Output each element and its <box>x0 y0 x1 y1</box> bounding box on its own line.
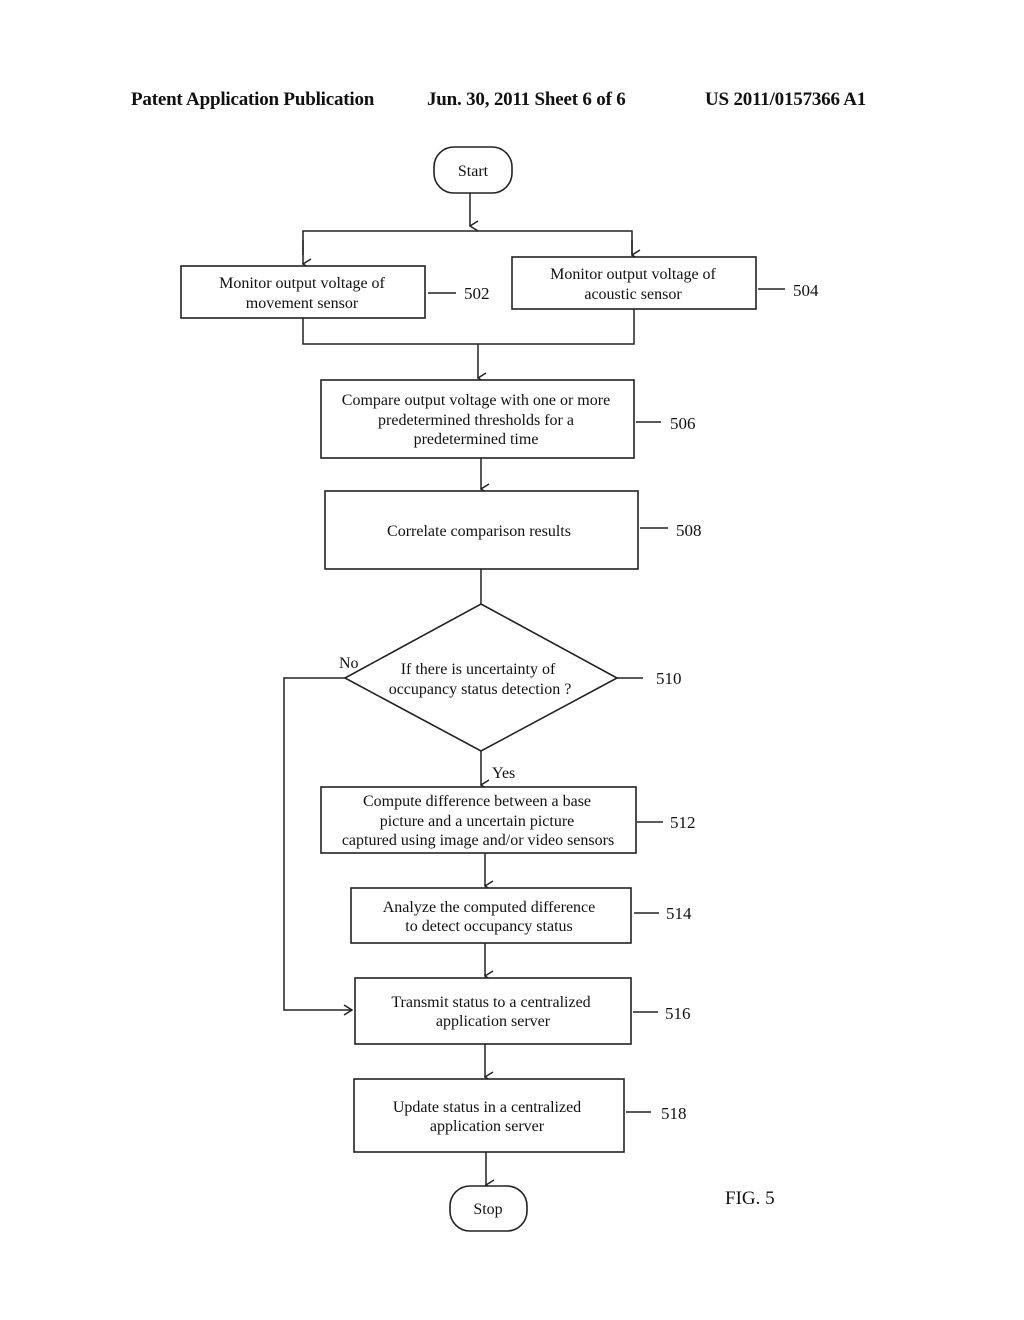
step-506: Compare output voltage with one or more … <box>320 379 696 459</box>
step-504: Monitor output voltage of acoustic senso… <box>511 256 819 310</box>
ref-516: 516 <box>665 1004 691 1023</box>
step-512-line-2: picture and a uncertain picture <box>380 813 575 830</box>
step-518: Update status in a centralized applicati… <box>353 1078 687 1153</box>
connector-split-bar <box>302 230 633 255</box>
start-label: Start <box>458 163 489 180</box>
ref-518: 518 <box>661 1104 687 1123</box>
ref-504: 504 <box>793 281 819 300</box>
decision-510-line-1: If there is uncertainty of <box>401 661 556 678</box>
stop-label: Stop <box>473 1201 502 1218</box>
step-518-line-1: Update status in a centralized <box>393 1099 581 1116</box>
step-514: Analyze the computed difference to detec… <box>350 887 692 944</box>
step-514-line-1: Analyze the computed difference <box>383 899 596 916</box>
step-512-line-3: captured using image and/or video sensor… <box>342 832 614 849</box>
start-terminal: Start <box>433 146 513 194</box>
ref-508: 508 <box>676 521 702 540</box>
step-502: Monitor output voltage of movement senso… <box>180 265 490 319</box>
step-506-line-2: predetermined thresholds for a <box>378 412 574 429</box>
step-518-line-2: application server <box>430 1118 545 1135</box>
stop-terminal: Stop <box>449 1185 528 1232</box>
branch-yes-label: Yes <box>492 765 515 782</box>
step-516: Transmit status to a centralized applica… <box>354 977 691 1045</box>
step-506-line-1: Compare output voltage with one or more <box>342 392 610 409</box>
ref-510: 510 <box>656 669 682 688</box>
step-508: Correlate comparison results 508 <box>324 490 702 570</box>
step-502-line-1: Monitor output voltage of <box>219 275 385 292</box>
step-508-line-1: Correlate comparison results <box>387 523 571 540</box>
step-516-line-1: Transmit status to a centralized <box>391 994 590 1011</box>
step-512-line-1: Compute difference between a base <box>363 793 591 810</box>
step-506-line-3: predetermined time <box>414 431 539 448</box>
ref-514: 514 <box>666 904 692 923</box>
ref-506: 506 <box>670 414 696 433</box>
step-504-line-1: Monitor output voltage of <box>550 266 716 283</box>
step-514-line-2: to detect occupancy status <box>405 918 573 935</box>
ref-512: 512 <box>670 813 696 832</box>
step-502-line-2: movement sensor <box>246 295 359 312</box>
branch-no-label: No <box>339 655 359 672</box>
figure-label: FIG. 5 <box>725 1188 775 1209</box>
flowchart: Start Monitor output voltage of movement… <box>180 146 819 1232</box>
step-512: Compute difference between a base pictur… <box>320 786 696 854</box>
ref-502: 502 <box>464 284 490 303</box>
decision-510: If there is uncertainty of occupancy sta… <box>343 603 682 752</box>
step-504-line-2: acoustic sensor <box>584 286 682 303</box>
step-516-line-2: application server <box>436 1013 551 1030</box>
decision-510-line-2: occupancy status detection ? <box>389 681 572 698</box>
